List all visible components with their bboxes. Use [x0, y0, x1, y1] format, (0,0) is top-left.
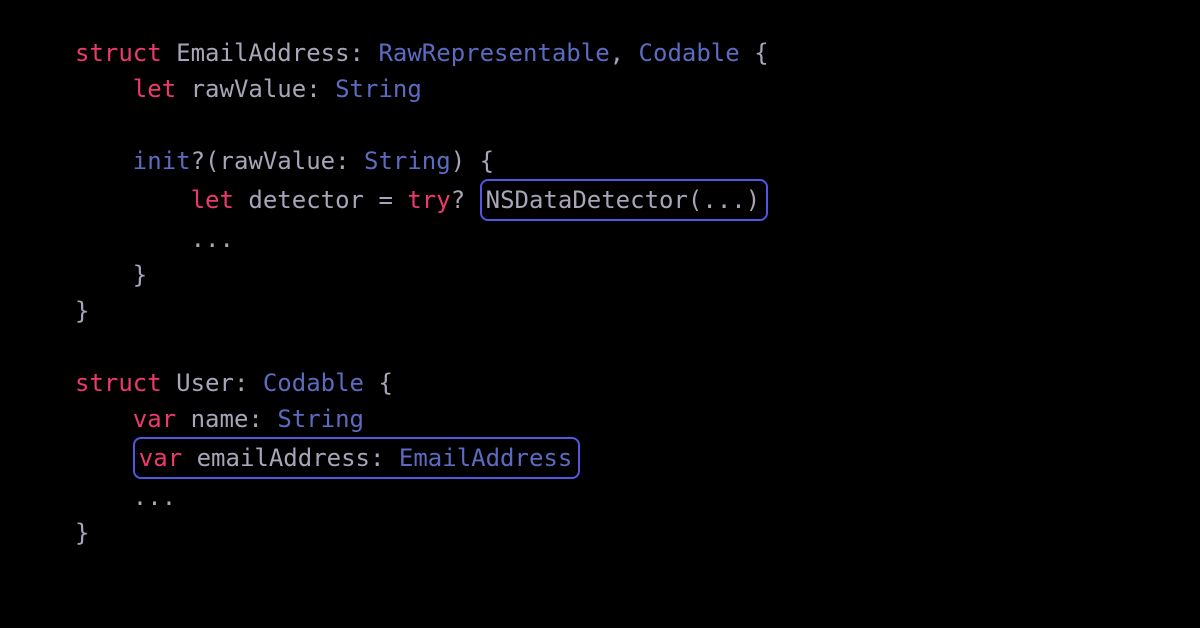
line-13: ... [75, 483, 176, 511]
close-brace: } [75, 297, 89, 325]
ellipsis: ... [191, 225, 234, 253]
open-brace: { [378, 369, 392, 397]
identifier: name [191, 405, 249, 433]
identifier: detector [248, 186, 364, 214]
keyword-init: init [133, 147, 191, 175]
colon: : [370, 444, 384, 472]
close-brace: } [75, 519, 89, 547]
keyword-try: try [407, 186, 450, 214]
line-11: var name: String [75, 405, 364, 433]
protocol: Codable [263, 369, 364, 397]
line-12: var emailAddress: EmailAddress [75, 444, 580, 472]
line-10: struct User: Codable { [75, 369, 393, 397]
colon: : [306, 75, 320, 103]
keyword-var: var [133, 405, 176, 433]
line-2: let rawValue: String [75, 75, 422, 103]
open-brace: { [754, 39, 768, 67]
identifier: rawValue [191, 75, 307, 103]
ellipsis: ... [702, 186, 745, 214]
line-7: } [75, 261, 147, 289]
question-mark: ? [191, 147, 205, 175]
open-paren: ( [205, 147, 219, 175]
open-paren: ( [688, 186, 702, 214]
protocol: RawRepresentable [378, 39, 609, 67]
type-name: EmailAddress [176, 39, 349, 67]
line-14: } [75, 519, 89, 547]
protocol: Codable [639, 39, 740, 67]
line-6: ... [75, 225, 234, 253]
colon: : [335, 147, 349, 175]
colon: : [350, 39, 364, 67]
colon: : [234, 369, 248, 397]
keyword-let: let [191, 186, 234, 214]
line-1: struct EmailAddress: RawRepresentable, C… [75, 39, 769, 67]
comma: , [610, 39, 624, 67]
line-8: } [75, 297, 89, 325]
open-brace: { [480, 147, 494, 175]
close-paren: ) [451, 147, 465, 175]
highlight-emailaddress-prop: var emailAddress: EmailAddress [133, 437, 581, 479]
param-name: rawValue [220, 147, 336, 175]
call-name: NSDataDetector [486, 186, 688, 214]
type: String [364, 147, 451, 175]
line-5: let detector = try? NSDataDetector(...) [75, 186, 768, 214]
close-paren: ) [746, 186, 760, 214]
code-snippet: struct EmailAddress: RawRepresentable, C… [75, 35, 1125, 551]
keyword-var: var [139, 444, 182, 472]
keyword-struct: struct [75, 369, 162, 397]
highlight-nsdatadetector: NSDataDetector(...) [480, 179, 769, 221]
type-name: User [176, 369, 234, 397]
equals: = [378, 186, 392, 214]
type: String [277, 405, 364, 433]
keyword-let: let [133, 75, 176, 103]
close-brace: } [133, 261, 147, 289]
ellipsis: ... [133, 483, 176, 511]
identifier: emailAddress [197, 444, 370, 472]
keyword-struct: struct [75, 39, 162, 67]
question-mark: ? [451, 186, 465, 214]
colon: : [248, 405, 262, 433]
type: EmailAddress [399, 444, 572, 472]
line-4: init?(rawValue: String) { [75, 147, 494, 175]
type: String [335, 75, 422, 103]
